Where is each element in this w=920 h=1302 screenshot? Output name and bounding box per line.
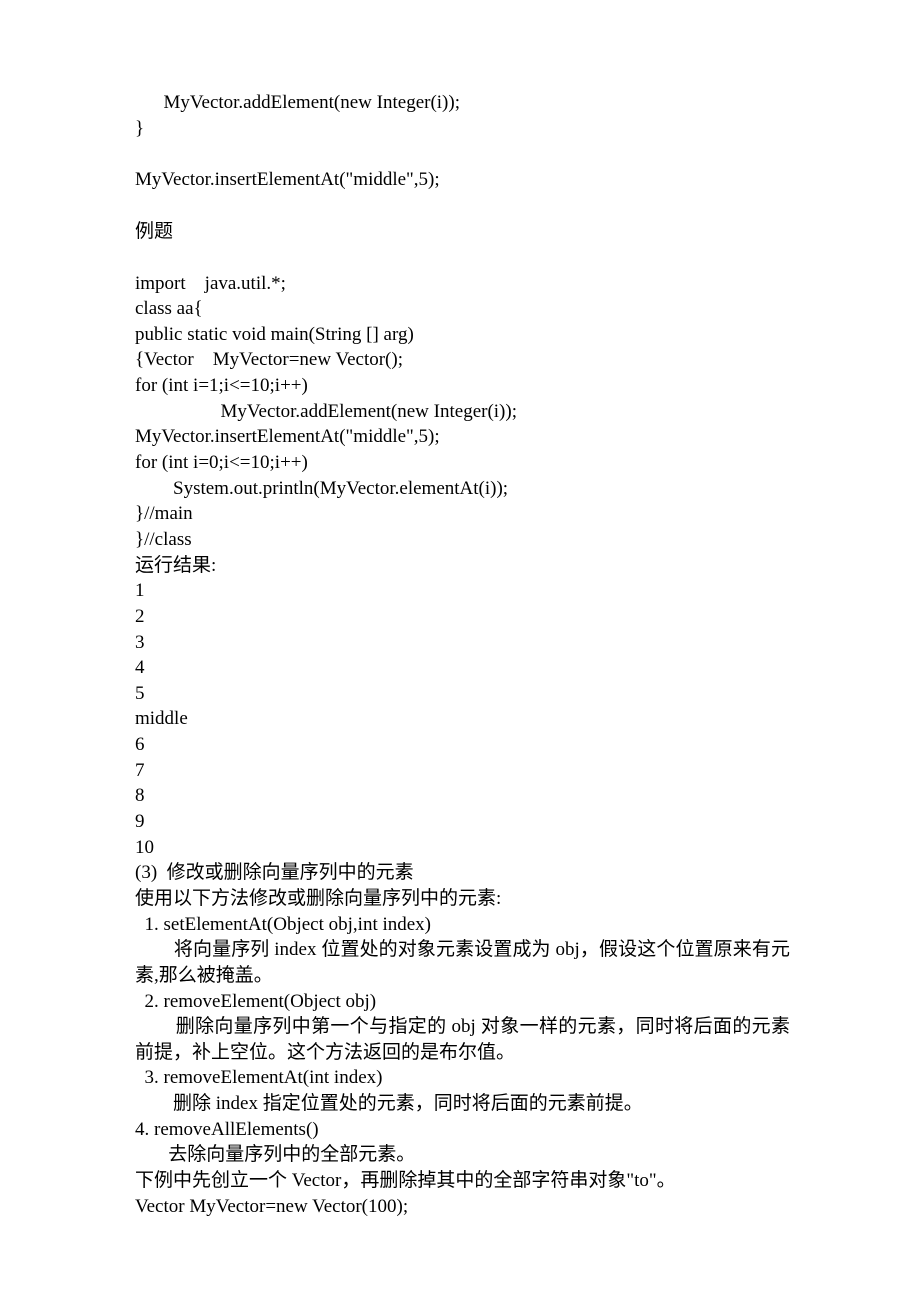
text-line: 例题	[135, 219, 790, 245]
blank-line	[135, 245, 790, 271]
code-line: MyVector.insertElementAt("middle",5);	[135, 167, 790, 193]
code-line: MyVector.addElement(new Integer(i));	[135, 90, 790, 116]
output-line: 7	[135, 758, 790, 784]
code-line: class aa{	[135, 296, 790, 322]
code-line: for (int i=0;i<=10;i++)	[135, 450, 790, 476]
code-line: MyVector.insertElementAt("middle",5);	[135, 424, 790, 450]
code-line: {Vector MyVector=new Vector();	[135, 347, 790, 373]
output-line: 5	[135, 681, 790, 707]
output-line: 8	[135, 783, 790, 809]
output-line: 3	[135, 630, 790, 656]
code-line: }	[135, 116, 790, 142]
output-line: middle	[135, 706, 790, 732]
text-line: 下例中先创立一个 Vector，再删除掉其中的全部字符串对象"to"。	[135, 1168, 790, 1194]
code-line: MyVector.addElement(new Integer(i));	[135, 399, 790, 425]
code-line: for (int i=1;i<=10;i++)	[135, 373, 790, 399]
text-line: 删除 index 指定位置处的元素，同时将后面的元素前提。	[135, 1091, 790, 1117]
text-line: 将向量序列 index 位置处的对象元素设置成为 obj，假设这个位置原来有元素…	[135, 937, 790, 988]
output-line: 2	[135, 604, 790, 630]
text-line: 使用以下方法修改或删除向量序列中的元素:	[135, 886, 790, 912]
code-line: import java.util.*;	[135, 271, 790, 297]
output-line: 9	[135, 809, 790, 835]
output-line: 6	[135, 732, 790, 758]
text-line: 去除向量序列中的全部元素。	[135, 1142, 790, 1168]
text-line: 1. setElementAt(Object obj,int index)	[135, 912, 790, 938]
code-line: }//main	[135, 501, 790, 527]
code-line: System.out.println(MyVector.elementAt(i)…	[135, 476, 790, 502]
document-page: MyVector.addElement(new Integer(i)); } M…	[0, 0, 920, 1299]
code-line: public static void main(String [] arg)	[135, 322, 790, 348]
text-line: 运行结果:	[135, 553, 790, 579]
text-line: 删除向量序列中第一个与指定的 obj 对象一样的元素，同时将后面的元素前提，补上…	[135, 1014, 790, 1065]
code-line: }//class	[135, 527, 790, 553]
text-line: 4. removeAllElements()	[135, 1117, 790, 1143]
text-line: 2. removeElement(Object obj)	[135, 989, 790, 1015]
code-line: Vector MyVector=new Vector(100);	[135, 1194, 790, 1220]
output-line: 1	[135, 578, 790, 604]
blank-line	[135, 141, 790, 167]
blank-line	[135, 193, 790, 219]
output-line: 10	[135, 835, 790, 861]
text-line: (3) 修改或删除向量序列中的元素	[135, 860, 790, 886]
text-line: 3. removeElementAt(int index)	[135, 1065, 790, 1091]
output-line: 4	[135, 655, 790, 681]
